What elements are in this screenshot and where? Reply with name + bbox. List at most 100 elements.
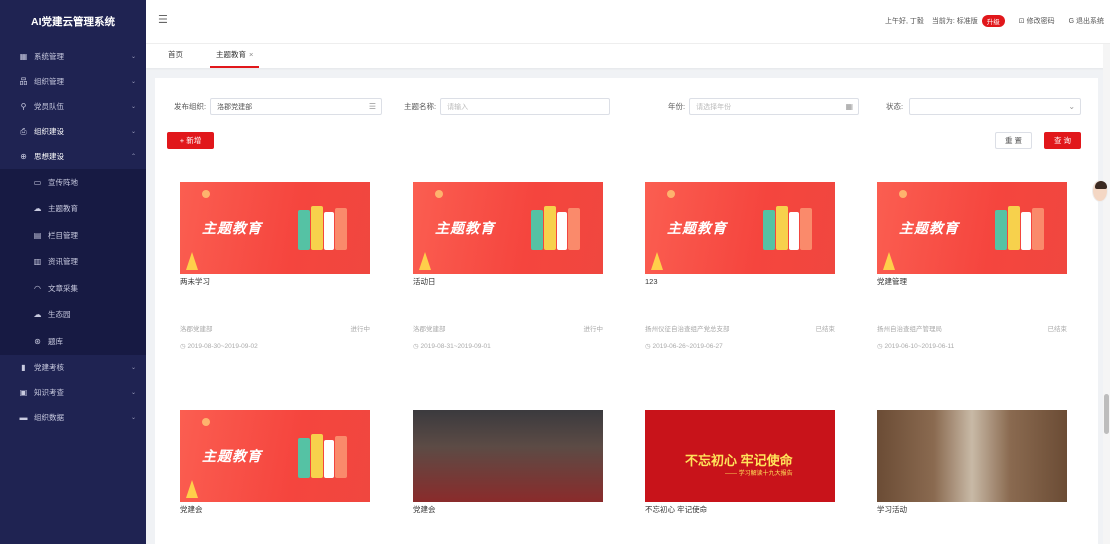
sidebar-item-sub-6[interactable]: ⊛ 题库: [0, 328, 146, 355]
card-thumbnail[interactable]: [877, 410, 1067, 502]
sidebar-item-sub-4[interactable]: ◠ 文章采集: [0, 275, 146, 302]
sidebar-item-label: 主题教育: [48, 204, 78, 214]
filter-status: 状态: ⌄: [886, 98, 1082, 115]
decor-circle: [667, 190, 675, 198]
sidebar-menu-lower: ▮ 党建考核 ⌄ ▣ 知识考查 ⌄ ▬ 组织数据 ⌄: [0, 355, 146, 430]
lock-icon: ⊡: [1018, 18, 1025, 25]
add-button[interactable]: + 新增: [167, 132, 214, 149]
decor-leaf: [186, 252, 198, 270]
logout-link[interactable]: G 退出系统: [1069, 16, 1104, 26]
sidebar-item-sub-2[interactable]: ▤ 栏目管理: [0, 222, 146, 249]
reset-button[interactable]: 重 置: [995, 132, 1032, 149]
card-status: 进行中: [583, 326, 604, 333]
card-date-value: 2019-06-26~2019-06-27: [652, 343, 723, 350]
theme-card[interactable]: 党建会: [413, 410, 603, 516]
library-icon: ⊛: [34, 336, 41, 346]
tab-close-icon[interactable]: ×: [249, 50, 253, 59]
sidebar-item-label: 党建考核: [34, 362, 64, 372]
theme-card[interactable]: 学习活动: [877, 410, 1067, 516]
menu-fold-icon[interactable]: ☰: [158, 15, 170, 26]
card-org: 扬州仪征自治查组产党总支部: [645, 326, 730, 333]
book-illustration: [298, 438, 310, 478]
book-illustration: [800, 208, 812, 250]
book-illustration: [1008, 206, 1020, 250]
book-icon: ▣: [19, 387, 28, 397]
decor-leaf: [419, 252, 431, 270]
page-scrollbar[interactable]: [1103, 44, 1110, 544]
tab-theme-label: 主题教育: [216, 50, 246, 59]
book-illustration: [335, 436, 347, 478]
banner-text: 主题教育: [202, 220, 262, 236]
sidebar-item-sub-1[interactable]: ☁ 主题教育: [0, 196, 146, 223]
sidebar-item-3[interactable]: ⎙ 组织建设 ⌄: [0, 119, 146, 144]
sidebar-item-lower-2[interactable]: ▬ 组织数据 ⌄: [0, 405, 146, 430]
decor-leaf: [651, 252, 663, 270]
theme-card[interactable]: 主题教育 123 扬州仪征自治查组产党总支部 已结束 ◷ 2019-06-26~2019…: [645, 182, 835, 350]
sidebar-item-2[interactable]: ⚲ 党员队伍 ⌄: [0, 94, 146, 119]
card-thumbnail[interactable]: 主题教育: [413, 182, 603, 274]
card-thumbnail[interactable]: 不忘初心 牢记使命 —— 学习解读十九大报告: [645, 410, 835, 502]
scroll-thumb[interactable]: [1104, 394, 1109, 434]
banner-subtext: —— 学习解读十九大报告: [725, 471, 793, 477]
column-icon: ▤: [33, 230, 42, 240]
sidebar: AI党建云管理系统 ▦ 系统管理 ⌄ 品组织管理 ⌄ ⚲ 党员队伍 ⌄ ⎙ 组织建设 ⌄ ⊕ 思想建设 ⌃…: [0, 0, 146, 544]
theme-card[interactable]: 主题教育 活动日 洛郡党建部 进行中 ◷ 2019-08-31~2019-09-01: [413, 182, 603, 350]
card-thumbnail[interactable]: [413, 410, 603, 502]
tree-select-icon: ☰: [368, 102, 377, 111]
upgrade-badge[interactable]: 升级: [981, 15, 1005, 27]
sidebar-item-lower-1[interactable]: ▣ 知识考查 ⌄: [0, 380, 146, 405]
card-title: 学习活动: [877, 505, 907, 514]
year-picker[interactable]: 请选择年份 ▦: [689, 98, 860, 115]
theme-card[interactable]: 不忘初心 牢记使命 —— 学习解读十九大报告 不忘初心 牢记使命: [645, 410, 835, 516]
sidebar-item-sub-3[interactable]: ▥ 资讯管理: [0, 249, 146, 276]
card-date: ◷ 2019-08-30~2019-09-02: [180, 342, 258, 350]
change-password-label: 修改密码: [1026, 18, 1055, 25]
book-illustration: [776, 206, 788, 250]
card-thumbnail[interactable]: 主题教育: [645, 182, 835, 274]
year-placeholder: 请选择年份: [696, 103, 732, 111]
sidebar-item-label: 组织数据: [34, 412, 64, 422]
card-thumbnail[interactable]: 主题教育: [180, 410, 370, 502]
tab-home[interactable]: 首页: [168, 44, 183, 68]
banner-text: 主题教育: [899, 220, 959, 236]
status-select[interactable]: ⌄: [909, 98, 1082, 115]
sidebar-item-label: 党员队伍: [34, 102, 64, 111]
card-title: 党建会: [413, 505, 436, 514]
chevron-down-icon: ⌄: [1068, 102, 1076, 111]
sidebar-item-label: 组织管理: [34, 77, 64, 86]
banner-text: 主题教育: [667, 220, 727, 236]
sidebar-item-lower-0[interactable]: ▮ 党建考核 ⌄: [0, 355, 146, 380]
book-illustration: [311, 434, 323, 478]
logout-label: 退出系统: [1076, 18, 1104, 25]
sidebar-item-4[interactable]: ⊕ 思想建设 ⌃: [0, 144, 146, 169]
chevron-down-icon: ⌄: [130, 129, 136, 135]
theme-card[interactable]: 主题教育 党建会: [180, 410, 370, 516]
sidebar-item-label: 思想建设: [34, 152, 64, 161]
tab-theme-education[interactable]: 主题教育 ×: [210, 44, 260, 68]
change-password-link[interactable]: ⊡ 修改密码: [1019, 16, 1055, 26]
chevron-down-icon: ⌄: [130, 104, 136, 110]
status-label: 状态:: [886, 102, 904, 111]
card-thumbnail[interactable]: 主题教育: [180, 182, 370, 274]
org-select[interactable]: 洛郡党建部 ☰: [210, 98, 383, 115]
sidebar-item-label: 知识考查: [34, 387, 64, 397]
sidebar-item-sub-0[interactable]: ▭ 宣传阵地: [0, 169, 146, 196]
decor-circle: [202, 190, 210, 198]
sidebar-item-1[interactable]: 品组织管理 ⌄: [0, 69, 146, 94]
sidebar-item-label: 资讯管理: [48, 257, 78, 267]
sidebar-item-label: 题库: [48, 336, 63, 346]
decor-leaf: [883, 252, 895, 270]
sidebar-item-sub-5[interactable]: ☁ 生态园: [0, 302, 146, 329]
theme-card[interactable]: 主题教育 党建管理 扬州自治查组产管理局 已结束 ◷ 2019-06-10~2019-0…: [877, 182, 1067, 350]
name-input[interactable]: 请输入: [440, 98, 611, 115]
year-label: 年份:: [668, 102, 686, 111]
assistant-avatar[interactable]: [1092, 180, 1108, 202]
app-logo-title: AI党建云管理系统: [31, 16, 115, 28]
theme-card[interactable]: 主题教育 两未学习 洛郡党建部 进行中 ◷ 2019-08-30~2019-09-02: [180, 182, 370, 350]
top-header: ☰ 上午好, 丁毅 当前为: 标准版 升级 ⊡ 修改密码 G 退出系统: [146, 0, 1110, 44]
card-thumbnail[interactable]: 主题教育: [877, 182, 1067, 274]
sidebar-item-0[interactable]: ▦ 系统管理 ⌄: [0, 44, 146, 69]
card-status: 已结束: [815, 326, 836, 333]
data-icon: ▬: [19, 412, 28, 422]
search-button[interactable]: 查 询: [1044, 132, 1081, 149]
